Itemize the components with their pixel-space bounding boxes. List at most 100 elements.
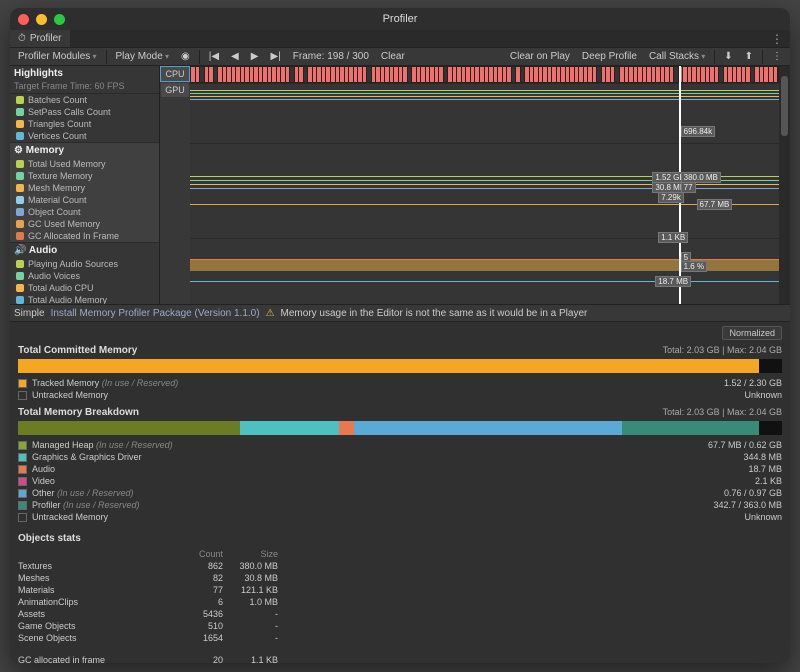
close-icon[interactable] xyxy=(18,14,29,25)
legend-item[interactable]: Material Count xyxy=(10,194,159,206)
frame-next-button[interactable]: ▶ xyxy=(246,51,264,62)
simple-dropdown[interactable]: Simple xyxy=(14,308,45,319)
legend-swatch xyxy=(16,272,24,280)
main-toolbar: Profiler Modules Play Mode ◉ |◀ ◀ ▶ ▶| F… xyxy=(10,48,790,66)
legend-label: Total Audio CPU xyxy=(28,283,94,293)
objects-row: Scene Objects1654- xyxy=(18,632,782,644)
play-mode-dropdown[interactable]: Play Mode xyxy=(111,51,175,62)
call-stacks-dropdown[interactable]: Call Stacks xyxy=(644,51,710,62)
marker-label: 696.84k xyxy=(681,126,715,137)
memory-row: Profiler (In use / Reserved) 342.7 / 363.… xyxy=(18,499,782,511)
minimize-icon[interactable] xyxy=(36,14,47,25)
legend-item[interactable]: SetPass Calls Count xyxy=(10,106,159,118)
legend-swatch xyxy=(16,196,24,204)
legend-label: Vertices Count xyxy=(28,131,87,141)
row-name: Profiler (In use / Reserved) xyxy=(32,500,192,510)
maximize-icon[interactable] xyxy=(54,14,65,25)
objects-row: Assets5436- xyxy=(18,608,782,620)
load-button[interactable]: ⬇ xyxy=(719,51,737,62)
module-audio[interactable]: 🔊 Audio Playing Audio SourcesAudio Voice… xyxy=(10,243,159,304)
highlights-title: Highlights xyxy=(10,66,159,81)
memory-row: Audio 18.7 MB xyxy=(18,463,782,475)
gpu-label[interactable]: GPU xyxy=(161,83,189,97)
legend-label: Audio Voices xyxy=(28,271,80,281)
breakdown-bar xyxy=(18,421,782,435)
legend-item[interactable]: Vertices Count xyxy=(10,130,159,142)
row-name: Tracked Memory (In use / Reserved) xyxy=(32,378,192,388)
legend-item[interactable]: Total Audio CPU xyxy=(10,282,159,294)
legend-label: Total Used Memory xyxy=(28,159,106,169)
frame-first-button[interactable]: |◀ xyxy=(204,51,224,62)
speaker-icon: 🔊 xyxy=(14,245,29,256)
profiler-icon: ⏱ xyxy=(18,33,26,44)
objects-row: Meshes8230.8 MB xyxy=(18,572,782,584)
legend-swatch xyxy=(16,96,24,104)
legend-label: Object Count xyxy=(28,207,81,217)
legend-swatch xyxy=(16,172,24,180)
normalized-toggle[interactable]: Normalized xyxy=(722,326,782,340)
cpu-label[interactable]: CPU xyxy=(161,67,189,81)
clear-on-play-button[interactable]: Clear on Play xyxy=(505,51,575,62)
charts-legend-column: Highlights Target Frame Time: 60 FPS Bat… xyxy=(10,66,160,304)
marker-label: 1.1 KB xyxy=(658,232,688,243)
row-value: 342.7 / 363.0 MB xyxy=(672,500,782,510)
legend-swatch xyxy=(16,108,24,116)
module-highlights[interactable]: Highlights Target Frame Time: 60 FPS xyxy=(10,66,159,94)
legend-swatch xyxy=(16,132,24,140)
profiler-modules-dropdown[interactable]: Profiler Modules xyxy=(13,51,102,62)
frame-last-button[interactable]: ▶| xyxy=(265,51,285,62)
context-menu-icon[interactable]: ⋮ xyxy=(767,51,787,62)
titlebar[interactable]: Profiler xyxy=(10,8,790,30)
save-button[interactable]: ⬆ xyxy=(740,51,758,62)
legend-item[interactable]: Mesh Memory xyxy=(10,182,159,194)
legend-item[interactable]: Playing Audio Sources xyxy=(10,258,159,270)
legend-item[interactable]: Object Count xyxy=(10,206,159,218)
legend-item[interactable]: Audio Voices xyxy=(10,270,159,282)
clear-button[interactable]: Clear xyxy=(376,51,410,62)
frame-counter: Frame: 198 / 300 xyxy=(288,51,374,62)
tab-label: Profiler xyxy=(30,33,62,44)
row-name: Managed Heap (In use / Reserved) xyxy=(32,440,192,450)
row-swatch xyxy=(18,391,27,400)
chart-scrollbar[interactable] xyxy=(779,66,790,304)
module-rendering[interactable]: Batches CountSetPass Calls CountTriangle… xyxy=(10,94,159,143)
chart-canvas[interactable]: 696.84k 1.52 GB 380.0 MB 30.8 MB 77 7.29… xyxy=(190,66,779,304)
legend-item[interactable]: Total Used Memory xyxy=(10,158,159,170)
legend-item[interactable]: GC Allocated In Frame xyxy=(10,230,159,242)
legend-label: Mesh Memory xyxy=(28,183,85,193)
install-package-link[interactable]: Install Memory Profiler Package (Version… xyxy=(51,308,260,319)
row-value: 0.76 / 0.97 GB xyxy=(672,488,782,498)
legend-swatch xyxy=(16,220,24,228)
legend-label: Material Count xyxy=(28,195,87,205)
legend-item[interactable]: Total Audio Memory xyxy=(10,294,159,304)
frame-prev-button[interactable]: ◀ xyxy=(226,51,244,62)
marker-label: 7.29k xyxy=(658,192,684,203)
row-name: Audio xyxy=(32,464,192,474)
legend-swatch xyxy=(16,160,24,168)
legend-item[interactable]: Texture Memory xyxy=(10,170,159,182)
objects-row: Materials77121.1 KB xyxy=(18,584,782,596)
legend-item[interactable]: GC Used Memory xyxy=(10,218,159,230)
tab-menu-icon[interactable]: ⋮ xyxy=(765,32,790,46)
frame-strip[interactable] xyxy=(190,66,779,83)
memory-view-toolbar: Simple Install Memory Profiler Package (… xyxy=(10,304,790,322)
legend-label: GC Used Memory xyxy=(28,219,100,229)
deep-profile-button[interactable]: Deep Profile xyxy=(577,51,642,62)
row-value: 67.7 MB / 0.62 GB xyxy=(672,440,782,450)
legend-swatch xyxy=(16,184,24,192)
module-memory[interactable]: ⚙ Memory Total Used MemoryTexture Memory… xyxy=(10,143,159,243)
record-button[interactable]: ◉ xyxy=(176,51,195,62)
objects-row: Game Objects510- xyxy=(18,620,782,632)
legend-label: Playing Audio Sources xyxy=(28,259,118,269)
row-value: 18.7 MB xyxy=(672,464,782,474)
tab-profiler[interactable]: ⏱ Profiler xyxy=(10,30,70,47)
row-swatch xyxy=(18,453,27,462)
row-value: 2.1 KB xyxy=(672,476,782,486)
legend-item[interactable]: Batches Count xyxy=(10,94,159,106)
legend-label: Texture Memory xyxy=(28,171,93,181)
legend-swatch xyxy=(16,284,24,292)
memory-row: Untracked Memory Unknown xyxy=(18,511,782,523)
target-fps[interactable]: Target Frame Time: 60 FPS xyxy=(10,81,159,93)
legend-item[interactable]: Triangles Count xyxy=(10,118,159,130)
legend-swatch xyxy=(16,260,24,268)
